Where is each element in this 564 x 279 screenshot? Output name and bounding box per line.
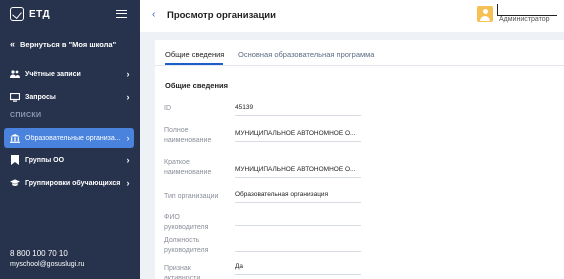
field-label-head-name: ФИО руководителя	[164, 214, 209, 231]
page-title: Просмотр организации	[167, 10, 276, 21]
active-tab-indicator	[165, 63, 223, 65]
section-title: Общие сведения	[165, 81, 228, 90]
monitor-icon	[10, 92, 20, 102]
back-to-my-school-link[interactable]: « Вернуться в "Моя школа"	[10, 39, 117, 50]
field-label-short-name: Краткое наименование	[164, 159, 212, 176]
chevron-right-icon: ›	[126, 69, 130, 79]
field-value-active-flag: Да	[235, 263, 361, 275]
organization-card: Общие сведения Основная образовательная …	[155, 40, 564, 279]
sidebar-item-accounts[interactable]: Учётные записи ›	[4, 64, 134, 84]
field-value-full-name: МУНИЦИПАЛЬНОЕ АВТОНОМНОЕ О...	[235, 130, 361, 142]
hamburger-menu-icon[interactable]	[116, 10, 127, 18]
user-role: Администратор	[499, 16, 550, 23]
sidebar-section-label: СПИСКИ	[10, 112, 42, 119]
back-chevron-icon[interactable]: ‹	[152, 9, 155, 20]
sidebar-item-label: Образовательные организа...	[25, 134, 121, 142]
institution-icon	[10, 133, 20, 143]
tab-bar: Общие сведения Основная образовательная …	[155, 40, 564, 66]
field-value-head-name	[235, 214, 361, 226]
avatar[interactable]	[477, 6, 493, 22]
logo[interactable]: ЕТД	[10, 7, 50, 21]
chevron-right-icon: ›	[126, 92, 130, 102]
sidebar-item-educational-orgs[interactable]: Образовательные организа... ›	[4, 128, 134, 148]
sidebar: ЕТД « Вернуться в "Моя школа" Учётные за…	[0, 0, 140, 279]
support-phone[interactable]: 8 800 100 70 10	[10, 248, 84, 259]
bookmark-icon	[10, 155, 20, 165]
field-label-active-flag: Признак активности	[164, 265, 201, 279]
users-icon	[10, 69, 20, 79]
back-link-label: Вернуться в "Моя школа"	[20, 40, 117, 49]
sidebar-item-label: Запросы	[25, 93, 56, 101]
logo-check-icon	[10, 7, 24, 21]
field-label-id: ID	[164, 105, 171, 112]
support-email[interactable]: myschool@gosuslugi.ru	[10, 259, 84, 270]
sidebar-item-label: Группы ОО	[25, 156, 65, 164]
tab-main-education-program[interactable]: Основная образовательная программа	[238, 50, 374, 59]
sidebar-item-label: Учётные записи	[25, 70, 81, 78]
field-value-head-position	[235, 240, 361, 252]
field-label-full-name: Полное наименование	[164, 127, 212, 144]
field-value-id: 45139	[235, 104, 361, 116]
chevron-right-icon: ›	[126, 155, 130, 165]
sidebar-item-label: Группировки обучающихся	[25, 179, 121, 187]
double-chevron-left-icon: «	[10, 39, 16, 49]
sidebar-item-student-groupings[interactable]: Группировки обучающихся ›	[4, 173, 134, 193]
chevron-right-icon: ›	[126, 178, 130, 188]
tab-general-info[interactable]: Общие сведения	[165, 50, 224, 59]
sidebar-item-requests[interactable]: Запросы ›	[4, 87, 134, 107]
user-name-placeholder[interactable]	[497, 4, 557, 16]
field-value-org-type: Образовательная организация	[235, 191, 361, 203]
field-label-org-type: Тип организации	[164, 193, 219, 200]
field-label-head-position: Должность руководителя	[164, 237, 209, 254]
chevron-right-icon: ›	[126, 133, 130, 143]
avatar-body-shape	[480, 16, 490, 21]
graduation-cap-icon	[10, 178, 20, 188]
support-contacts: 8 800 100 70 10 myschool@gosuslugi.ru	[10, 248, 84, 270]
field-value-short-name: МУНИЦИПАЛЬНОЕ АВТОНОМНОЕ О...	[235, 166, 361, 178]
avatar-head-shape	[482, 9, 488, 14]
sidebar-item-org-groups[interactable]: Группы ОО ›	[4, 150, 134, 170]
page-header: ‹ Просмотр организации Администратор	[140, 0, 564, 32]
logo-text: ЕТД	[29, 8, 51, 20]
